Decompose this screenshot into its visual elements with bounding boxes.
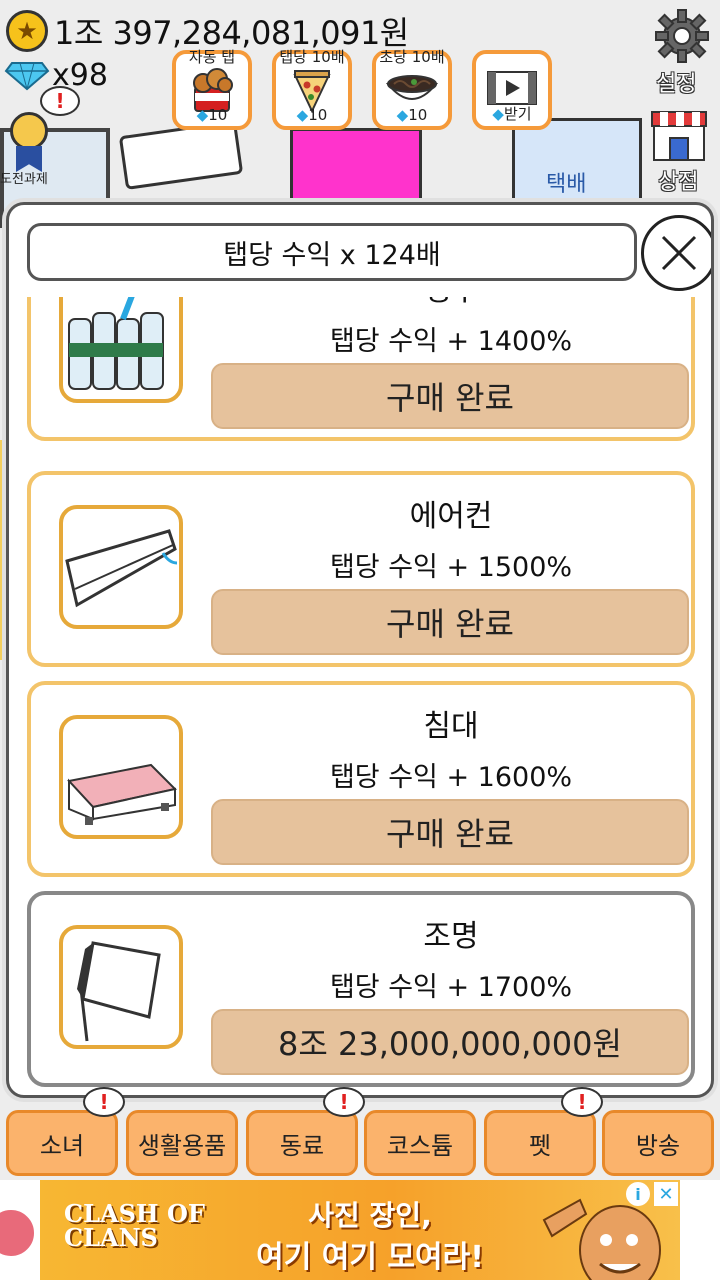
upgrade-list[interactable]: 생수 탭당 수익 + 1400% 구매 완료 에어컨 탭당 수익 + 1500%…	[9, 297, 711, 1095]
ad-character-image	[542, 1198, 661, 1280]
boost-title: 탭당 10배	[279, 48, 345, 66]
diamond-icon: ◆	[196, 106, 209, 124]
boost-cost: 10	[208, 106, 228, 124]
shop-button[interactable]: 상점	[648, 104, 718, 195]
purchased-button[interactable]: 구매 완료	[211, 589, 689, 655]
tab-label: 코스튬	[386, 1131, 454, 1160]
boost-cost: 10	[308, 106, 328, 124]
tab-girl[interactable]: 소녀 !	[6, 1087, 125, 1176]
watch-ad-reward-button[interactable]: ◆받기	[472, 50, 552, 130]
tab-label: 방송	[635, 1131, 681, 1160]
tab-household[interactable]: 생활용품	[126, 1110, 238, 1176]
shop-icon	[651, 111, 707, 161]
tab-broadcast[interactable]: 방송	[602, 1110, 714, 1176]
bottom-tab-bar: 소녀 ! 생활용품 동료 ! 코스튬 펫 ! 방송	[0, 1087, 720, 1178]
item-description: 탭당 수익 + 1700%	[329, 972, 573, 1003]
softbox-light-image	[59, 925, 183, 1049]
purchased-button[interactable]: 구매 완료	[211, 363, 689, 429]
item-name: 조명	[423, 919, 479, 954]
achievements-label: 도전과제	[0, 172, 48, 187]
air-conditioner-image	[59, 505, 183, 629]
alert-icon: !	[323, 1087, 365, 1117]
air-conditioner-decor	[118, 120, 244, 190]
ad-close-icon[interactable]: ✕	[654, 1182, 678, 1206]
ad-headline: 사진 장인,	[308, 1199, 432, 1232]
ad-info-icon[interactable]: i	[626, 1182, 650, 1206]
alert-icon: !	[83, 1087, 125, 1117]
item-name: 에어컨	[409, 499, 493, 534]
alert-icon: !	[561, 1087, 603, 1117]
item-description: 탭당 수익 + 1600%	[329, 762, 573, 793]
tab-label: 소녀	[39, 1131, 85, 1160]
tab-label: 펫	[528, 1131, 552, 1160]
settings-button[interactable]: 설정	[650, 4, 716, 97]
tab-colleagues[interactable]: 동료 !	[246, 1087, 365, 1176]
list-item: 에어컨 탭당 수익 + 1500% 구매 완료	[27, 471, 695, 667]
settings-label: 설정	[656, 72, 697, 97]
modal-title: 탭당 수익 x 124배	[27, 223, 637, 281]
tab-label: 동료	[279, 1131, 325, 1160]
reward-label: 받기	[503, 105, 532, 123]
item-name: 생수	[211, 297, 691, 309]
close-icon	[661, 235, 697, 271]
buy-button[interactable]: 8조 23,000,000,000원	[211, 1009, 689, 1075]
water-bottles-image	[59, 297, 183, 403]
ad-logo: CLASH OF CLANS	[64, 1199, 205, 1252]
ad-subheadline: 여기 여기 모여라!	[256, 1240, 484, 1275]
item-name: 침대	[423, 709, 479, 744]
boost-title: 자동 탭	[188, 48, 236, 66]
upgrade-modal: 탭당 수익 x 124배 생수	[6, 202, 714, 1098]
boost-title: 초당 10배	[379, 48, 445, 66]
list-item: 침대 탭당 수익 + 1600% 구매 완료	[27, 681, 695, 877]
diamond-icon: ◆	[296, 106, 309, 124]
bunny-poster	[290, 128, 422, 208]
tab-label: 생활용품	[137, 1131, 227, 1160]
tab-costume[interactable]: 코스튬	[364, 1110, 476, 1176]
boost-cost: 10	[408, 106, 428, 124]
close-button[interactable]	[641, 215, 711, 291]
diamond-icon: ◆	[492, 105, 504, 123]
purchased-button[interactable]: 구매 완료	[211, 799, 689, 865]
bed-image	[59, 715, 183, 839]
delivery-box-label: 택배	[546, 172, 587, 197]
item-description: 탭당 수익 + 1500%	[329, 552, 573, 583]
shop-label: 상점	[658, 170, 699, 195]
ad-banner[interactable]: CLASH OF CLANS 사진 장인, 여기 여기 모여라! i ✕	[40, 1180, 680, 1280]
medal-icon	[10, 112, 48, 150]
diamond-icon	[4, 61, 50, 90]
item-description: 탭당 수익 + 1400%	[329, 326, 573, 357]
tab-pet[interactable]: 펫 !	[484, 1087, 603, 1176]
gear-icon	[655, 9, 709, 63]
ad-area: CLASH OF CLANS 사진 장인, 여기 여기 모여라! i ✕	[0, 1180, 720, 1280]
list-item: 조명 탭당 수익 + 1700% 8조 23,000,000,000원	[27, 891, 695, 1087]
coin-icon: ★	[6, 10, 48, 52]
diamond-icon: ◆	[396, 106, 409, 124]
alert-icon: !	[40, 86, 80, 116]
list-item: 생수 탭당 수익 + 1400% 구매 완료	[27, 297, 695, 441]
